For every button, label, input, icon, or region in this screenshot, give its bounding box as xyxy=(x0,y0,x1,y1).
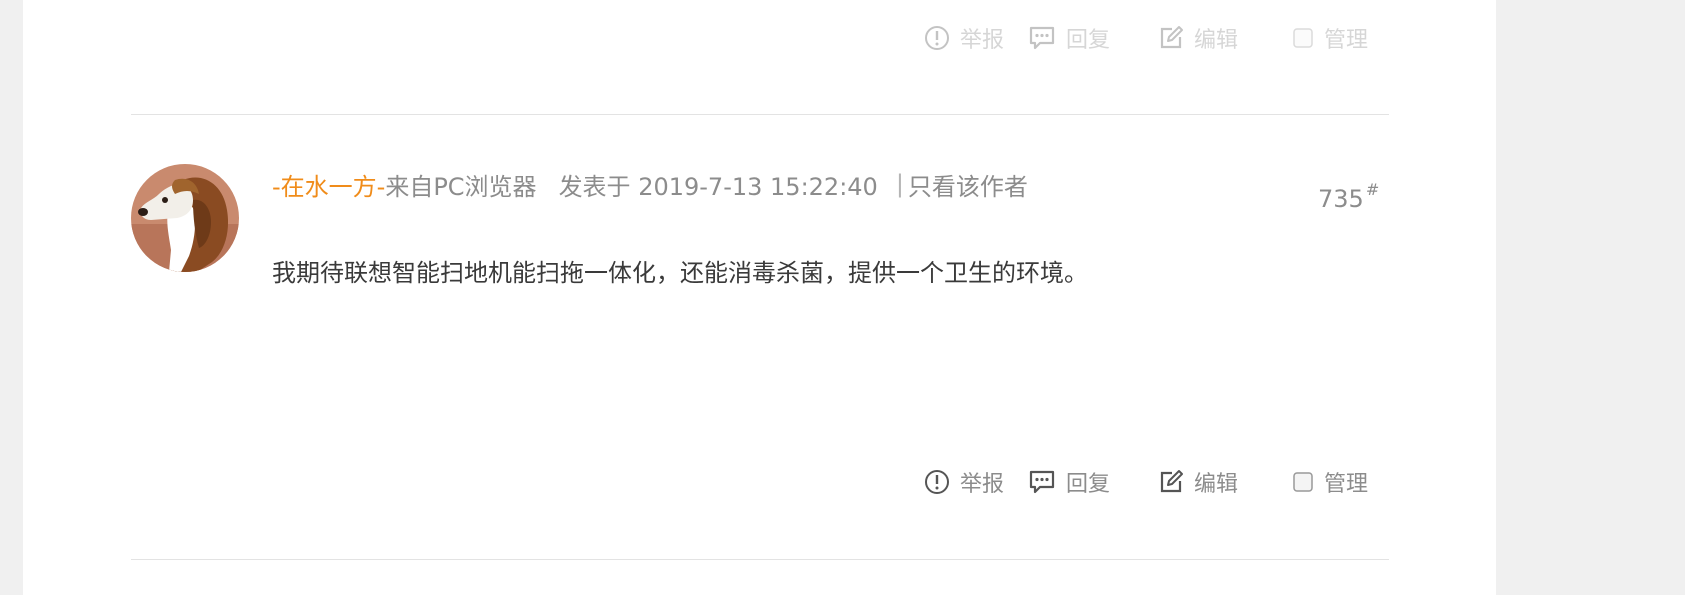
edit-icon xyxy=(1158,469,1184,495)
avatar[interactable] xyxy=(131,164,239,272)
manage-checkbox[interactable]: 管理 xyxy=(1292,467,1368,497)
edit-label: 编辑 xyxy=(1194,472,1239,497)
reply-button[interactable]: 回复 xyxy=(1028,23,1110,53)
exclamation-circle-icon xyxy=(924,25,950,51)
report-label: 举报 xyxy=(960,28,1005,53)
report-button[interactable]: 举报 xyxy=(924,467,1004,497)
comment-icon xyxy=(1028,25,1056,51)
floor-number[interactable]: 735 # xyxy=(1318,180,1379,213)
meta-separator: | xyxy=(895,170,904,198)
comment-icon xyxy=(1028,469,1056,495)
exclamation-circle-icon xyxy=(924,469,950,495)
report-button[interactable]: 举报 xyxy=(924,23,1004,53)
author-name[interactable]: -在水一方- xyxy=(272,167,385,202)
edit-button[interactable]: 编辑 xyxy=(1158,467,1238,497)
manage-checkbox[interactable]: 管理 xyxy=(1292,23,1368,53)
floor-mark: # xyxy=(1365,180,1380,199)
floor-value: 735 xyxy=(1318,185,1364,213)
post-actions: 举报 回复 编辑 管理 xyxy=(924,467,1384,497)
reply-button[interactable]: 回复 xyxy=(1028,467,1110,497)
post-divider-top xyxy=(131,114,1389,115)
previous-post-actions: 举报 回复 编辑 管理 xyxy=(924,23,1384,53)
post-meta: -在水一方- 来自PC浏览器 发表于 2019-7-13 15:22:40 | … xyxy=(272,166,1028,202)
post-timestamp: 发表于 2019-7-13 15:22:40 xyxy=(558,172,878,201)
only-author-link[interactable]: 只看该作者 xyxy=(908,167,1028,202)
post-panel xyxy=(23,0,1496,595)
post-source: 来自PC浏览器 xyxy=(385,172,537,201)
post-divider-bottom xyxy=(131,559,1389,560)
edit-label: 编辑 xyxy=(1194,28,1239,53)
checkbox-icon xyxy=(1292,27,1314,49)
reply-label: 回复 xyxy=(1066,28,1111,53)
report-label: 举报 xyxy=(960,472,1005,497)
manage-label: 管理 xyxy=(1324,472,1369,497)
checkbox-icon xyxy=(1292,471,1314,493)
reply-label: 回复 xyxy=(1066,472,1111,497)
edit-icon xyxy=(1158,25,1184,51)
edit-button[interactable]: 编辑 xyxy=(1158,23,1238,53)
manage-label: 管理 xyxy=(1324,28,1369,53)
post-content: 我期待联想智能扫地机能扫拖一体化，还能消毒杀菌，提供一个卫生的环境。 xyxy=(272,259,1088,287)
